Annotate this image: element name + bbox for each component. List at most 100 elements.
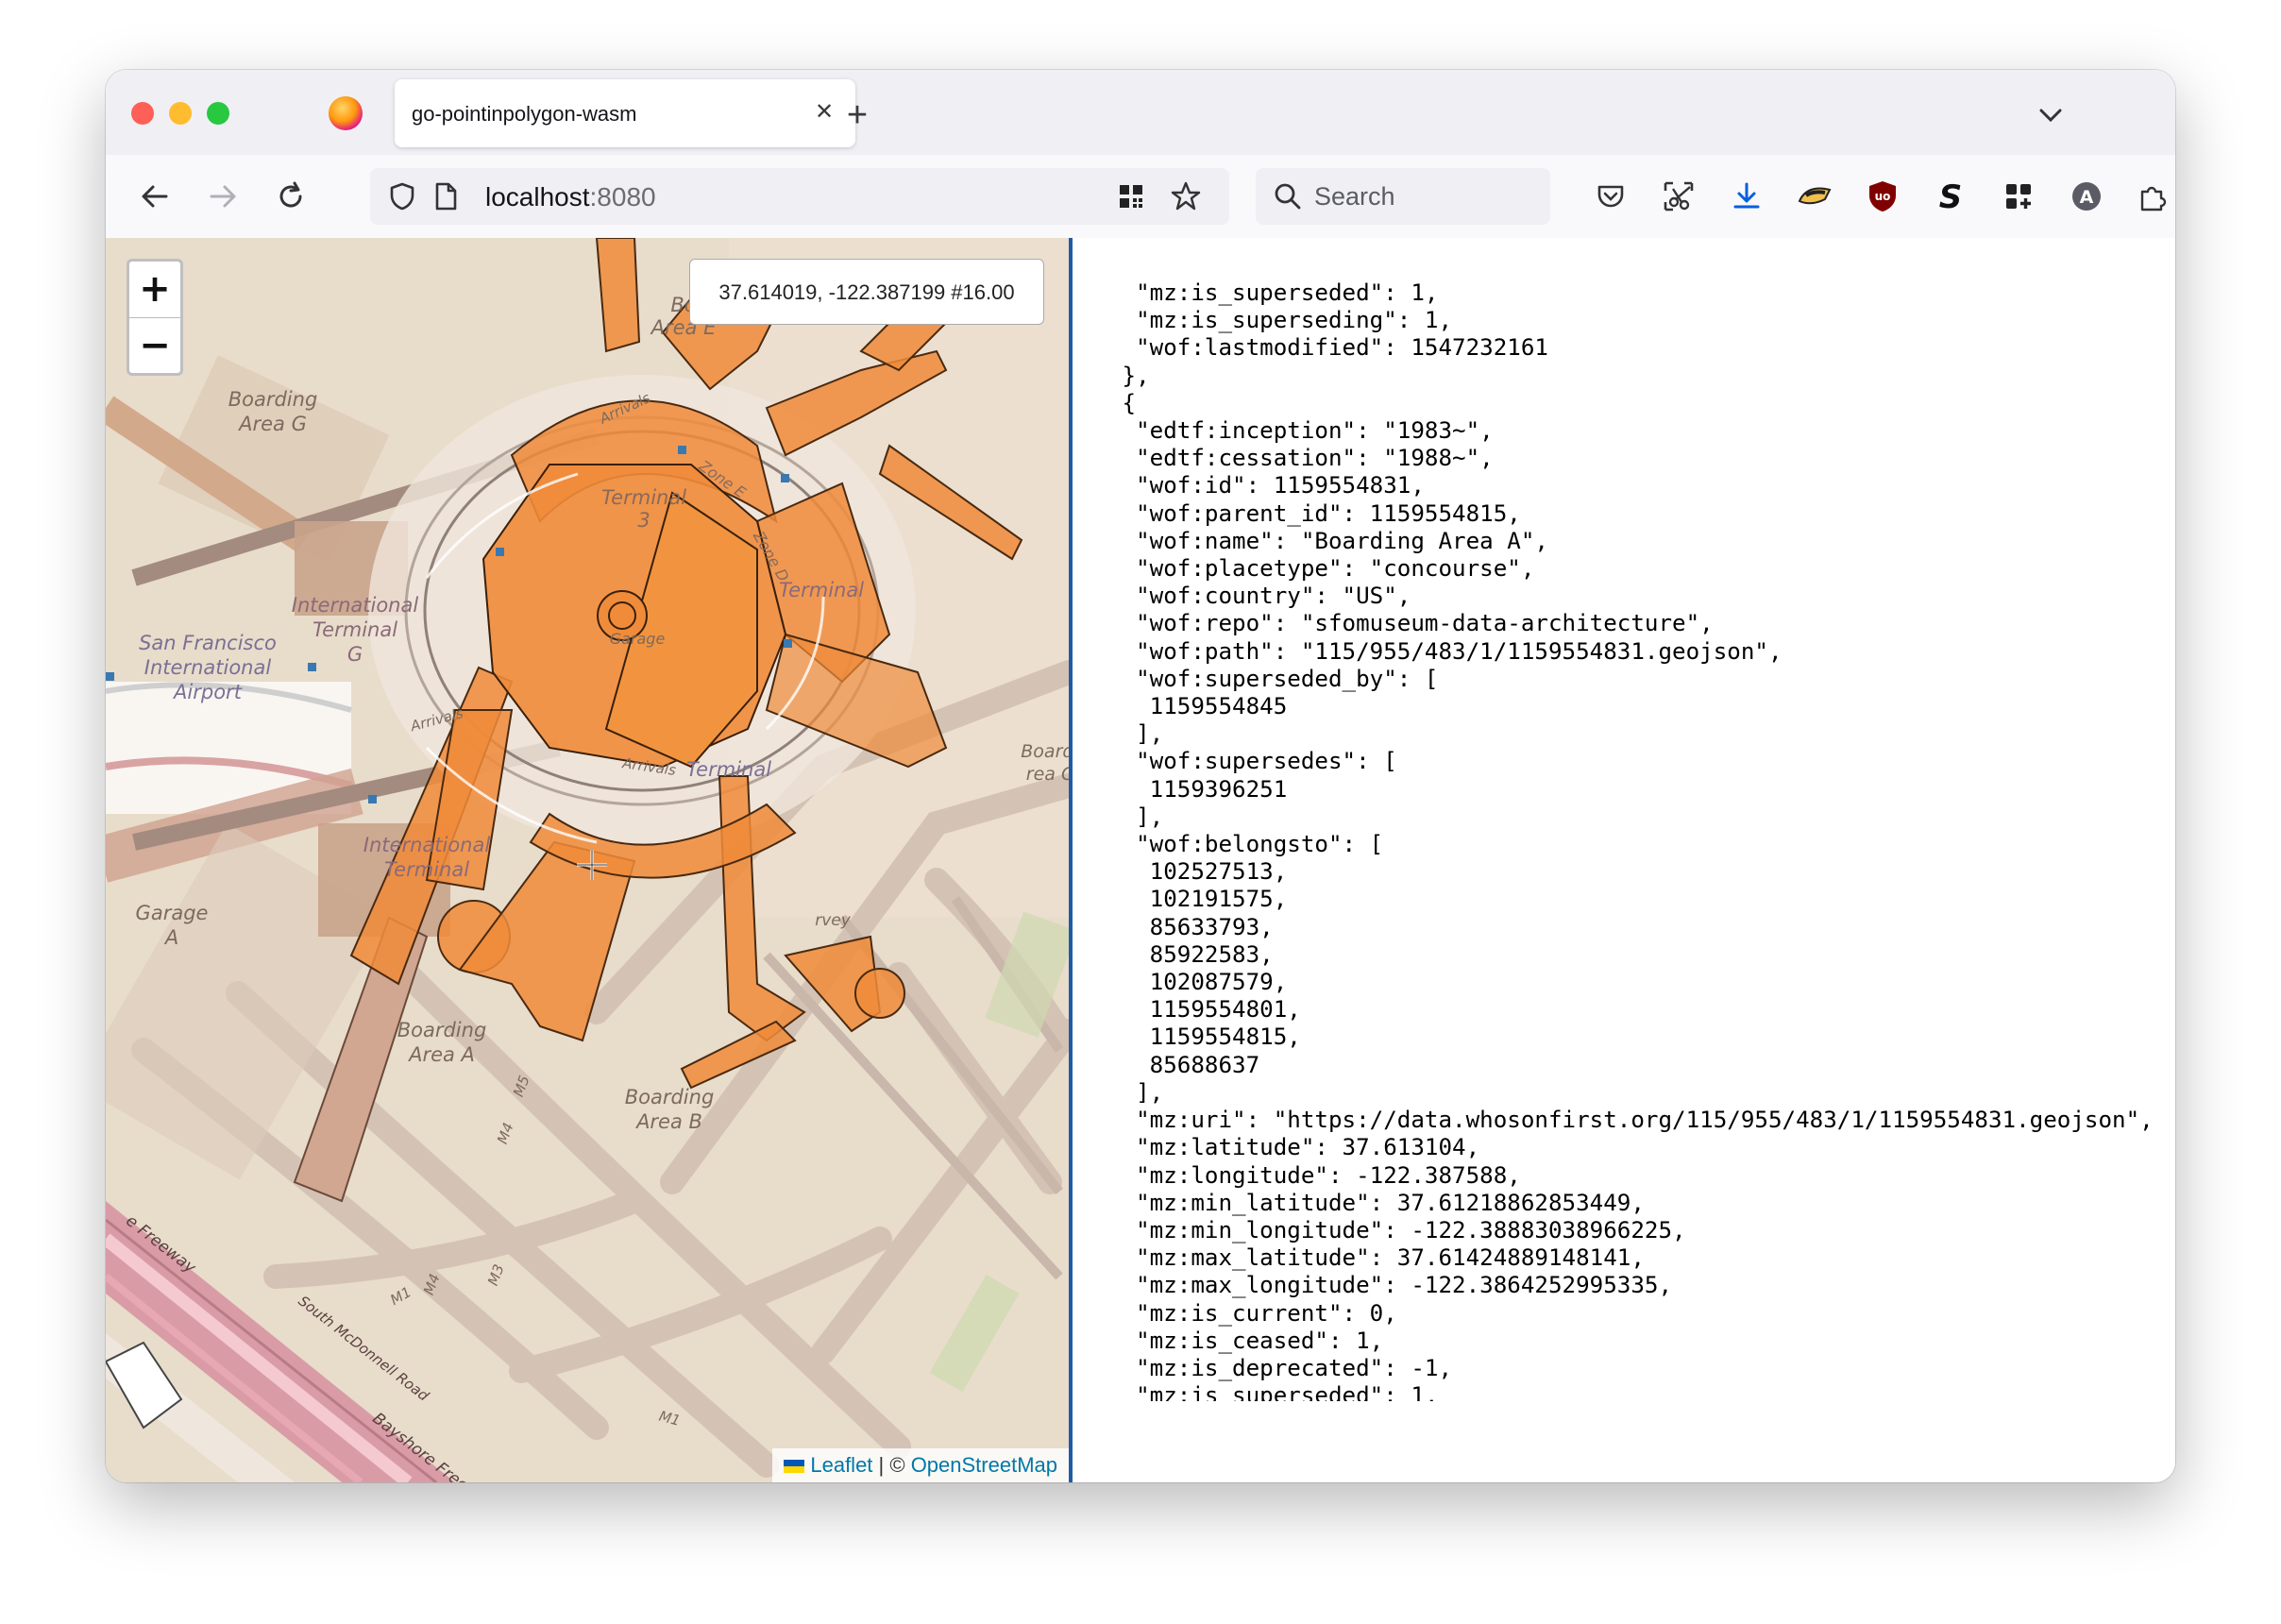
label-terminal-right: Terminal: [779, 579, 864, 601]
label-sfo-3: Airport: [172, 681, 243, 703]
json-line: "wof:id": 1159554831,: [1108, 472, 1425, 499]
privacy-badger-icon[interactable]: [1794, 176, 1835, 217]
reload-icon[interactable]: [270, 176, 312, 217]
label-terminal-3: Terminal: [601, 486, 686, 509]
screenshot-icon[interactable]: [1658, 176, 1699, 217]
star-bookmark-icon[interactable]: [1165, 176, 1207, 217]
json-line: "mz:min_latitude": 37.61218862853449,: [1108, 1189, 1645, 1216]
json-line: "mz:is_deprecated": -1,: [1108, 1354, 1453, 1381]
chevron-down-icon[interactable]: [2032, 96, 2070, 134]
leaflet-link[interactable]: Leaflet: [810, 1453, 872, 1477]
json-line: "wof:placetype": "concourse",: [1108, 555, 1535, 583]
label-international-terminal-g-2: Terminal: [313, 618, 397, 641]
leaflet-map[interactable]: Boarding Area G Bo Area E Terminal 3 Zon…: [106, 238, 1069, 1482]
map-attribution: Leaflet | © OpenStreetMap: [772, 1448, 1069, 1482]
url-text[interactable]: localhost:8080: [485, 182, 656, 212]
label-boarding-area-g-2: Area G: [237, 413, 307, 435]
json-line: "mz:is_ceased": 1,: [1108, 1327, 1384, 1354]
label-international-terminal-2: Terminal: [384, 858, 469, 881]
account-avatar-icon[interactable]: A: [2066, 176, 2107, 217]
zoom-out-button[interactable]: −: [129, 318, 180, 374]
json-line: "wof:lastmodified": 1547232161: [1108, 334, 1548, 362]
json-line: 1159554845: [1108, 693, 1288, 720]
search-icon: [1267, 176, 1309, 217]
firefox-icon: [329, 96, 363, 130]
label-terminal-3-number: 3: [637, 509, 650, 532]
forward-arrow-icon[interactable]: [202, 176, 244, 217]
map-tiles[interactable]: Boarding Area G Bo Area E Terminal 3 Zon…: [106, 238, 1069, 1482]
url-bar[interactable]: localhost:8080: [370, 168, 1229, 225]
label-boarding-area-a-2: Area A: [407, 1043, 475, 1066]
minimize-window-button[interactable]: [169, 102, 192, 125]
label-harvey: rvey: [815, 911, 852, 930]
json-line: 85633793,: [1108, 913, 1274, 940]
json-line: ],: [1108, 1078, 1164, 1106]
apps-grid-icon[interactable]: [1998, 176, 2039, 217]
svg-text:A: A: [2080, 187, 2094, 208]
osm-link[interactable]: OpenStreetMap: [911, 1453, 1057, 1477]
json-line: "mz:latitude": 37.613104,: [1108, 1134, 1480, 1161]
back-arrow-icon[interactable]: [134, 176, 176, 217]
json-line: "wof:supersedes": [: [1108, 748, 1397, 775]
tab-close-icon[interactable]: ✕: [808, 96, 840, 128]
label-sfo-2: International: [144, 656, 272, 679]
search-input[interactable]: Search: [1256, 168, 1550, 225]
svg-text:S: S: [1939, 180, 1963, 212]
json-line: "mz:is_current": 0,: [1108, 1299, 1397, 1327]
tab-title: go-pointinpolygon-wasm: [412, 102, 637, 126]
json-line: "edtf:inception": "1983~",: [1108, 417, 1494, 445]
s-extension-icon[interactable]: S: [1930, 176, 1971, 217]
json-line: "wof:belongsto": [: [1108, 831, 1384, 858]
json-line: "mz:is_superseding": 1,: [1108, 307, 1453, 334]
json-line: "wof:path": "115/955/483/1/1159554831.ge…: [1108, 637, 1783, 665]
pocket-icon[interactable]: [1590, 176, 1631, 217]
zoom-in-button[interactable]: +: [129, 262, 180, 318]
search-placeholder: Search: [1314, 182, 1395, 211]
label-boarding-right-2: rea C: [1026, 764, 1069, 785]
json-line: 1159554815,: [1108, 1023, 1301, 1051]
json-line: 102087579,: [1108, 969, 1288, 996]
extensions-puzzle-icon[interactable]: [2132, 176, 2173, 217]
zoom-window-button[interactable]: [207, 102, 229, 125]
label-garage-a: Garage: [136, 902, 209, 924]
close-window-button[interactable]: [131, 102, 154, 125]
json-line: 1159554801,: [1108, 996, 1301, 1023]
label-boarding-area-g: Boarding: [228, 388, 318, 411]
page-icon: [425, 176, 466, 217]
json-line: 102191575,: [1108, 886, 1288, 913]
json-line: "mz:max_latitude": 37.61424889148141,: [1108, 1244, 1645, 1272]
ukraine-flag-icon: [784, 1460, 805, 1474]
label-garage-a-2: A: [163, 926, 178, 949]
browser-window: go-pointinpolygon-wasm ✕ + localhost:808…: [106, 70, 2175, 1482]
new-tab-button[interactable]: +: [838, 97, 876, 136]
json-line: 1159396251: [1108, 775, 1288, 803]
label-boarding-right: Boardi: [1021, 741, 1069, 762]
json-line: 85688637: [1108, 1051, 1260, 1078]
tab-active[interactable]: go-pointinpolygon-wasm ✕: [395, 79, 855, 147]
json-line: "mz:max_longitude": -122.3864252995335,: [1108, 1272, 1673, 1299]
json-line: "wof:name": "Boarding Area A",: [1108, 527, 1548, 554]
url-port: :8080: [589, 182, 656, 211]
json-line: },: [1108, 362, 1150, 389]
coordinates-display: 37.614019, -122.387199 #16.00: [689, 259, 1044, 325]
coordinates-text: 37.614019, -122.387199 #16.00: [718, 280, 1015, 304]
label-international-terminal: International: [363, 834, 491, 856]
shield-icon[interactable]: [381, 176, 423, 217]
download-icon[interactable]: [1726, 176, 1767, 217]
json-line: "mz:uri": "https://data.whosonfirst.org/…: [1108, 1107, 2154, 1134]
json-line: "edtf:cessation": "1988~",: [1108, 445, 1494, 472]
ublock-origin-icon[interactable]: uo: [1862, 176, 1903, 217]
extensions-grid-icon[interactable]: [1110, 176, 1152, 217]
json-output-panel[interactable]: "mz:is_superseded": 1, "mz:is_supersedin…: [1073, 238, 2175, 1482]
json-line: 102527513,: [1108, 858, 1288, 886]
json-text: "mz:is_superseded": 1, "mz:is_supersedin…: [1108, 279, 2175, 1401]
json-line: {: [1108, 389, 1137, 416]
json-line: "wof:country": "US",: [1108, 583, 1411, 610]
json-line: "mz:is_superseded": 1,: [1108, 1382, 1439, 1401]
zoom-control: + −: [127, 259, 183, 376]
json-line: ],: [1108, 803, 1164, 830]
label-sfo: San Francisco: [139, 632, 277, 654]
json-line: "mz:min_longitude": -122.38883038966225,: [1108, 1216, 1686, 1243]
json-line: 85922583,: [1108, 940, 1274, 968]
label-international-terminal-g-3: G: [347, 643, 363, 666]
